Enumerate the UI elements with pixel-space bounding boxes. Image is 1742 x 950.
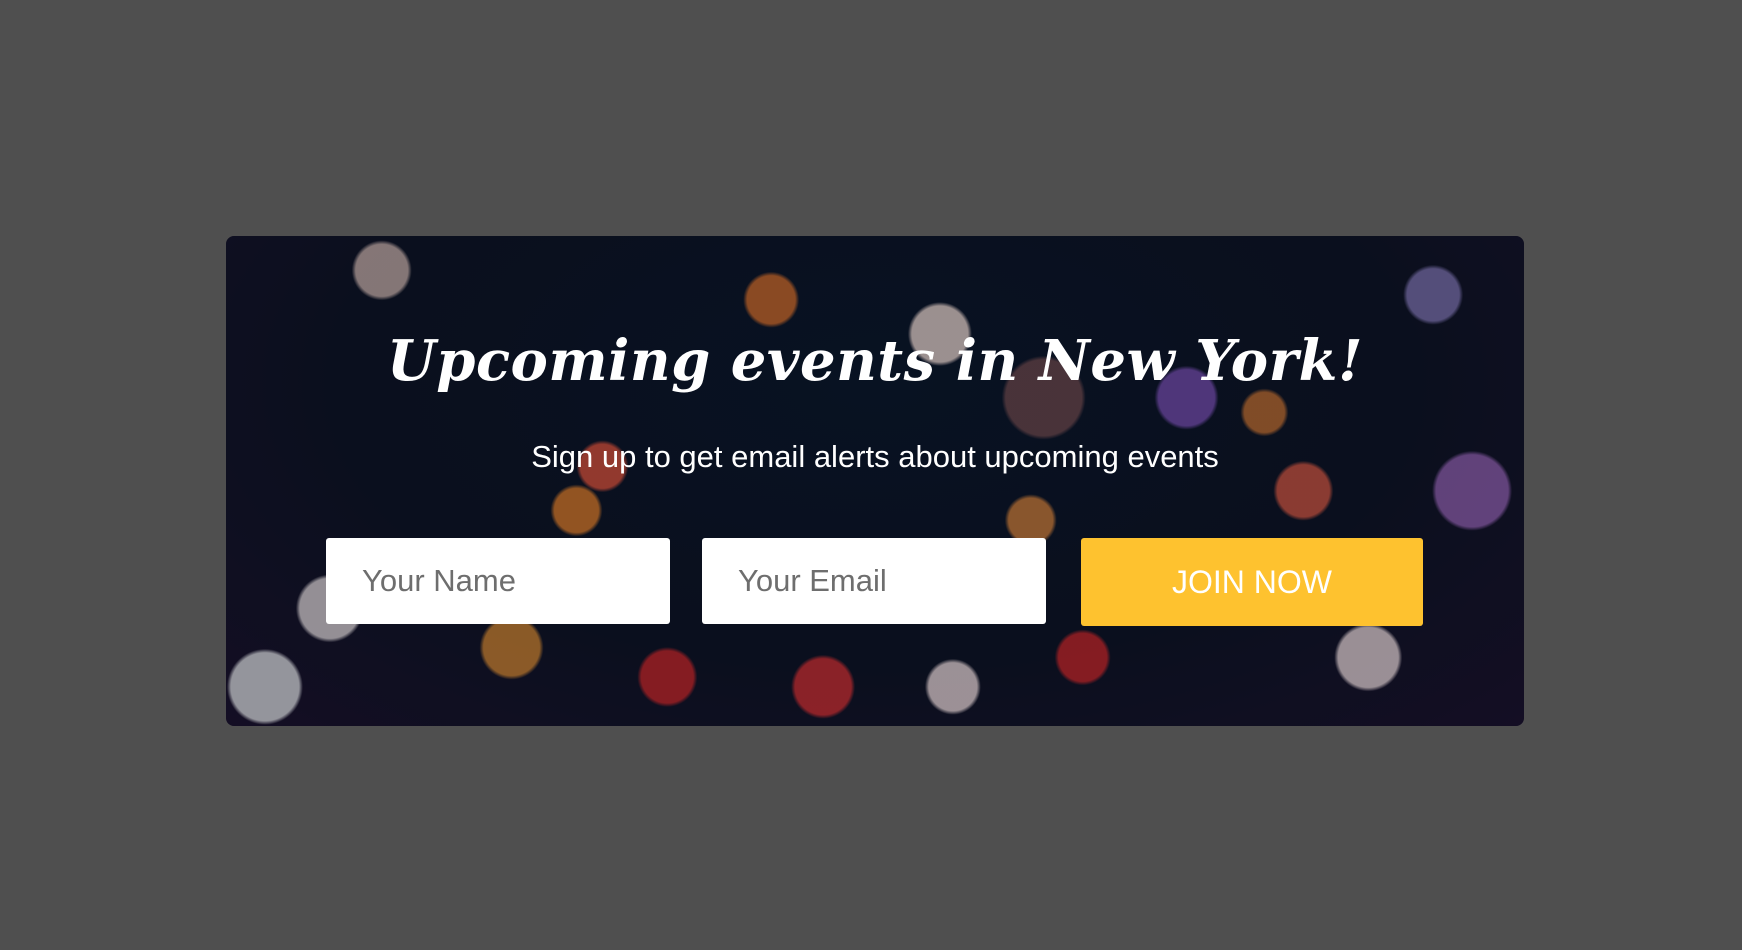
signup-content: Upcoming events in New York! Sign up to …: [226, 236, 1524, 726]
email-input[interactable]: [702, 538, 1046, 624]
name-input[interactable]: [326, 538, 670, 624]
banner-title: Upcoming events in New York!: [386, 328, 1364, 394]
banner-subtitle: Sign up to get email alerts about upcomi…: [531, 439, 1219, 474]
join-now-button[interactable]: JOIN NOW: [1081, 538, 1423, 626]
signup-banner: Upcoming events in New York! Sign up to …: [226, 236, 1524, 726]
